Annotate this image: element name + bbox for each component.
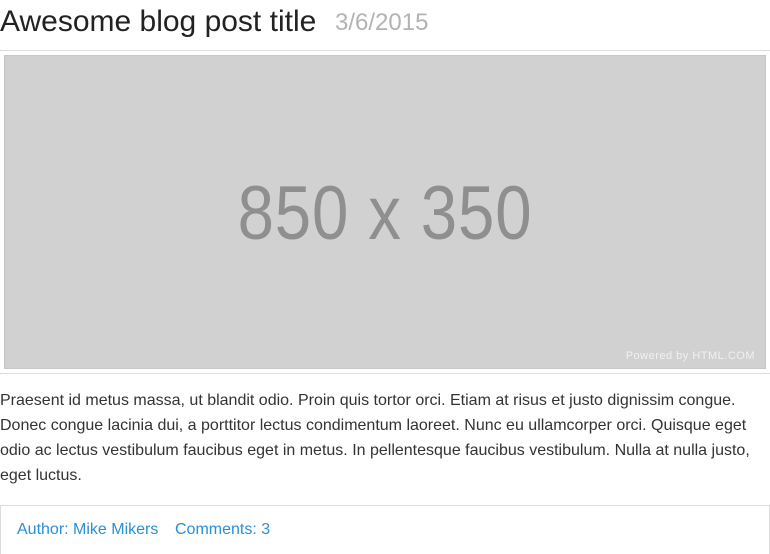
post-date: 3/6/2015 <box>335 9 429 36</box>
post-header: Awesome blog post title 3/6/2015 <box>0 0 770 51</box>
post-meta-box: Author: Mike Mikers Comments: 3 <box>0 505 770 554</box>
post-image-placeholder: 850 x 350 Powered by HTML.COM <box>4 55 766 369</box>
comments-link[interactable]: Comments: 3 <box>175 521 270 539</box>
blog-post-page: Awesome blog post title 3/6/2015 850 x 3… <box>0 0 770 554</box>
post-title: Awesome blog post title <box>0 5 317 38</box>
author-link[interactable]: Author: Mike Mikers <box>17 521 158 539</box>
post-image-container: 850 x 350 Powered by HTML.COM <box>0 51 770 374</box>
powered-by-text: Powered by HTML.COM <box>625 350 755 362</box>
post-body: Praesent id metus massa, ut blandit odio… <box>0 392 750 484</box>
image-placeholder-text: 850 x 350 <box>237 171 533 256</box>
